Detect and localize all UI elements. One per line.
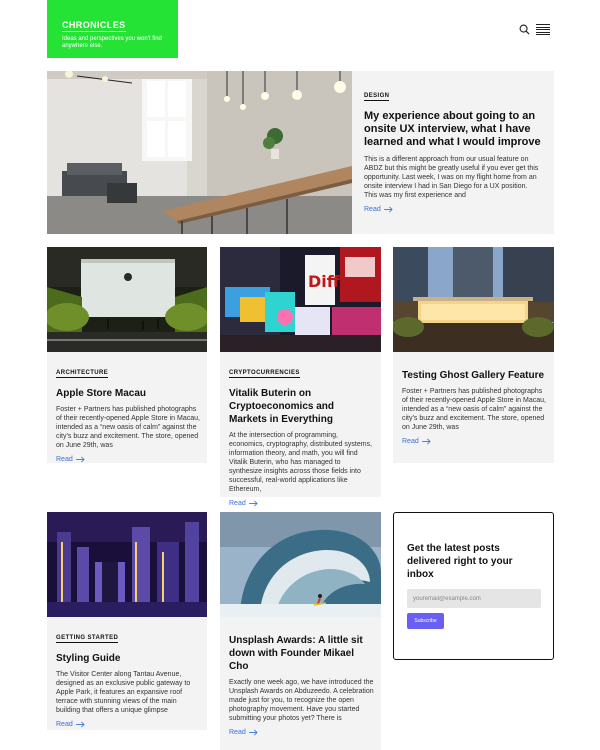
post-title[interactable]: Styling Guide bbox=[56, 652, 200, 665]
post-card-body: Unsplash Awards: A little sit down with … bbox=[229, 626, 374, 736]
read-link[interactable]: Read bbox=[229, 729, 374, 736]
post-tag[interactable]: ARCHITECTURE bbox=[56, 370, 109, 378]
post-title[interactable]: My experience about going to an onsite U… bbox=[364, 110, 542, 149]
site-logo[interactable]: CHRONICLES Ideas and perspectives you wo… bbox=[47, 0, 178, 58]
post-excerpt: At the intersection of programming, econ… bbox=[229, 432, 373, 493]
site-tagline: Ideas and perspectives you won't find an… bbox=[62, 36, 162, 49]
post-image[interactable] bbox=[47, 512, 207, 617]
read-link[interactable]: Read bbox=[364, 206, 542, 213]
post-title[interactable]: Apple Store Macau bbox=[56, 387, 200, 400]
brand-name: CHRONICLES bbox=[62, 20, 126, 32]
post-card-body: GETTING STARTED Styling Guide The Visito… bbox=[56, 626, 200, 728]
menu-icon[interactable] bbox=[536, 24, 550, 35]
subscribe-button[interactable]: Subscribe bbox=[407, 613, 444, 629]
read-label: Read bbox=[402, 438, 419, 445]
read-label: Read bbox=[56, 456, 73, 463]
post-image[interactable] bbox=[393, 247, 554, 352]
post-tag[interactable]: CRYPTOCURRENCIES bbox=[229, 370, 300, 378]
post-title[interactable]: Unsplash Awards: A little sit down with … bbox=[229, 634, 374, 673]
arrow-right-icon bbox=[75, 721, 85, 728]
arrow-right-icon bbox=[383, 206, 393, 213]
arrow-right-icon bbox=[248, 500, 258, 507]
email-field[interactable] bbox=[407, 589, 541, 608]
arrow-right-icon bbox=[421, 438, 431, 445]
post-image[interactable]: Diff bbox=[220, 247, 381, 352]
post-excerpt: Foster + Partners has published photogra… bbox=[56, 406, 200, 449]
newsletter-title: Get the latest posts delivered right to … bbox=[407, 543, 513, 580]
read-label: Read bbox=[229, 729, 246, 736]
arrow-right-icon bbox=[248, 729, 258, 736]
post-excerpt: The Visitor Center along Tantau Avenue, … bbox=[56, 671, 191, 714]
post-excerpt: Exactly one week ago, we have introduced… bbox=[229, 679, 374, 722]
arrow-right-icon bbox=[75, 456, 85, 463]
post-card-body: Testing Ghost Gallery Feature Foster + P… bbox=[402, 361, 547, 445]
post-card-body: ARCHITECTURE Apple Store Macau Foster + … bbox=[56, 361, 200, 463]
read-label: Read bbox=[364, 206, 381, 213]
post-tag[interactable]: DESIGN bbox=[364, 93, 390, 101]
post-image[interactable] bbox=[220, 512, 381, 617]
read-link[interactable]: Read bbox=[56, 456, 200, 463]
header-actions bbox=[519, 24, 550, 35]
post-title[interactable]: Vitalik Buterin on Cryptoeconomics and M… bbox=[229, 387, 374, 426]
post-card-body: CRYPTOCURRENCIES Vitalik Buterin on Cryp… bbox=[229, 361, 374, 507]
search-icon[interactable] bbox=[519, 24, 530, 35]
read-link[interactable]: Read bbox=[402, 438, 547, 445]
newsletter-signup: Get the latest posts delivered right to … bbox=[393, 512, 554, 660]
post-tag[interactable]: GETTING STARTED bbox=[56, 635, 119, 643]
post-excerpt: Foster + Partners has published photogra… bbox=[402, 388, 546, 431]
read-label: Read bbox=[56, 721, 73, 728]
featured-post-body: DESIGN My experience about going to an o… bbox=[364, 84, 542, 213]
read-label: Read bbox=[229, 500, 246, 507]
svg-text:Diff: Diff bbox=[308, 272, 341, 291]
post-image[interactable] bbox=[47, 247, 207, 352]
post-title[interactable]: Testing Ghost Gallery Feature bbox=[402, 369, 547, 382]
featured-post-image[interactable] bbox=[47, 71, 352, 234]
read-link[interactable]: Read bbox=[229, 500, 374, 507]
post-excerpt: This is a different approach from our us… bbox=[364, 156, 539, 199]
read-link[interactable]: Read bbox=[56, 721, 200, 728]
